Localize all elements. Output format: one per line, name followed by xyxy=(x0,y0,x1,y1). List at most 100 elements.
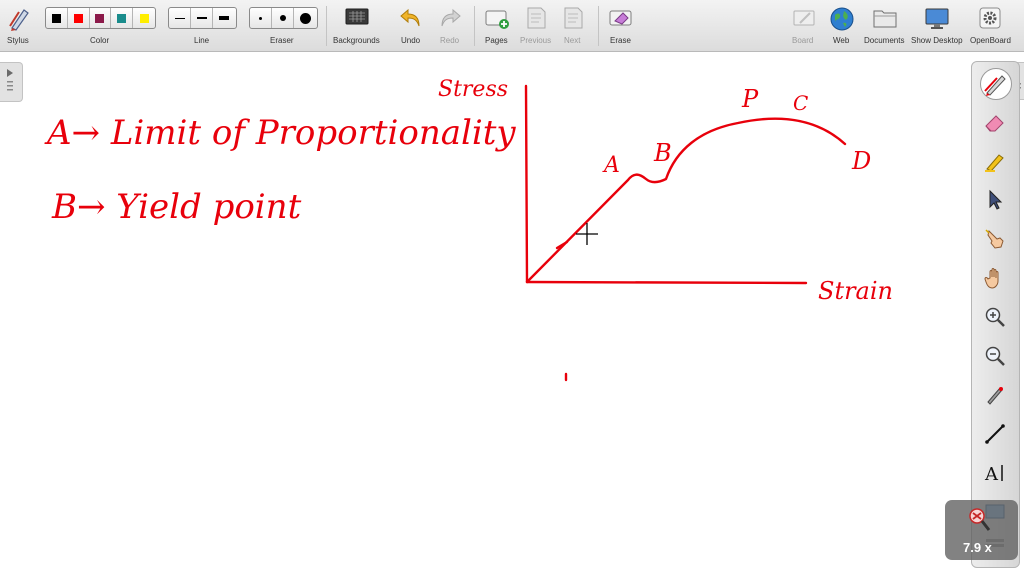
next-page-icon xyxy=(564,7,583,29)
zoom-in-icon xyxy=(985,307,1005,327)
redo-label: Redo xyxy=(440,36,460,45)
pen-icon xyxy=(984,75,1006,96)
backgrounds-label: Backgrounds xyxy=(333,36,380,45)
web-label: Web xyxy=(833,36,850,45)
previous-page-icon xyxy=(527,7,546,29)
line-label: Line xyxy=(194,36,210,45)
selector-tool-button[interactable] xyxy=(980,185,1010,215)
y-axis-stroke xyxy=(524,84,529,284)
erase-button[interactable]: Erase xyxy=(604,0,638,51)
board-label: Board xyxy=(792,36,814,45)
openboard-menu-button[interactable]: OpenBoard xyxy=(966,0,1014,51)
show-desktop-label: Show Desktop xyxy=(911,36,963,45)
x-axis-label: Strain xyxy=(818,277,893,305)
monitor-icon xyxy=(925,8,949,29)
toolbar-separator xyxy=(326,6,327,46)
zoom-magnifier-icon xyxy=(969,508,991,531)
toolbar-separator xyxy=(598,6,599,46)
undo-label: Undo xyxy=(401,36,421,45)
pen-tool-button[interactable] xyxy=(980,68,1012,100)
pointer-icon xyxy=(989,189,1003,210)
stress-strain-curve xyxy=(525,117,847,284)
hand-icon xyxy=(984,268,999,289)
redo-button[interactable]: Redo xyxy=(435,0,465,51)
stylus-icon xyxy=(9,9,29,31)
show-desktop-button[interactable]: Show Desktop xyxy=(910,0,964,51)
folder-icon xyxy=(873,10,897,28)
documents-button[interactable]: Documents xyxy=(862,0,908,51)
line-medium-button[interactable] xyxy=(191,8,213,28)
line-thick-button[interactable] xyxy=(213,8,235,28)
color-maroon-swatch[interactable] xyxy=(90,8,112,28)
pages-button[interactable]: Pages xyxy=(480,0,514,51)
next-page-button[interactable]: Next xyxy=(558,0,588,51)
globe-icon xyxy=(830,7,854,31)
undo-icon xyxy=(400,8,420,27)
eraser-label: Eraser xyxy=(270,36,294,45)
stylus-button[interactable]: Stylus xyxy=(2,0,36,51)
whiteboard-canvas[interactable]: A→ Limit of Proportionality B→ Yield poi… xyxy=(0,52,968,572)
color-yellow-swatch[interactable] xyxy=(133,8,155,28)
x-axis-stroke xyxy=(525,280,808,285)
pages-label: Pages xyxy=(485,36,508,45)
board-button[interactable]: Board xyxy=(788,0,820,51)
svg-text:A: A xyxy=(984,464,999,485)
pointing-hand-icon xyxy=(985,229,1004,249)
main-toolbar: Stylus Color Line Eraser Backgrounds Und… xyxy=(0,0,1024,52)
marker-icon xyxy=(985,154,1004,172)
erase-icon xyxy=(609,10,632,26)
next-label: Next xyxy=(564,36,581,45)
backgrounds-icon xyxy=(345,8,369,25)
line-icon xyxy=(985,424,1005,444)
note-limit-of-proportionality: A→ Limit of Proportionality xyxy=(44,113,516,153)
color-label: Color xyxy=(90,36,110,45)
previous-page-button[interactable]: Previous xyxy=(518,0,552,51)
crosshair-cursor-icon xyxy=(576,223,598,245)
line-thin-button[interactable] xyxy=(169,8,191,28)
text-icon: A xyxy=(984,464,1003,485)
laser-pointer-icon xyxy=(987,387,1003,405)
zoom-in-tool-button[interactable] xyxy=(980,302,1010,332)
color-black-swatch[interactable] xyxy=(46,8,68,28)
note-yield-point: B→ Yield point xyxy=(51,187,302,227)
eraser-tool-button[interactable] xyxy=(980,107,1010,137)
eraser-small-button[interactable] xyxy=(250,8,272,28)
openboard-label: OpenBoard xyxy=(970,36,1011,45)
zoom-level: 7.9 x xyxy=(963,540,992,555)
backgrounds-button[interactable]: Backgrounds xyxy=(332,0,382,51)
tool-palette: A xyxy=(971,61,1020,568)
text-tool-button[interactable]: A xyxy=(980,458,1010,488)
zoom-out-tool-button[interactable] xyxy=(980,341,1010,371)
documents-label: Documents xyxy=(864,36,905,45)
zoom-indicator: 7.9 x xyxy=(945,500,1018,560)
zoom-out-icon xyxy=(985,346,1005,366)
line-width-group xyxy=(168,7,237,29)
eraser-medium-button[interactable] xyxy=(272,8,294,28)
interact-tool-button[interactable] xyxy=(980,224,1010,254)
previous-label: Previous xyxy=(520,36,552,45)
web-button[interactable]: Web xyxy=(826,0,858,51)
line-tool-button[interactable] xyxy=(980,419,1010,449)
color-red-swatch[interactable] xyxy=(68,8,90,28)
laser-pointer-tool-button[interactable] xyxy=(980,380,1010,410)
gear-icon xyxy=(979,7,1001,29)
eraser-large-button[interactable] xyxy=(294,8,316,28)
point-d-label: D xyxy=(851,147,871,175)
point-b-label: B xyxy=(653,139,672,167)
hand-tool-button[interactable] xyxy=(980,263,1010,293)
color-group xyxy=(45,7,156,29)
point-p-label: P xyxy=(741,85,759,113)
toolbar-separator xyxy=(474,6,475,46)
color-teal-swatch[interactable] xyxy=(111,8,134,28)
undo-button[interactable]: Undo xyxy=(396,0,426,51)
eraser-icon xyxy=(985,115,1004,132)
add-page-icon xyxy=(485,10,509,29)
board-icon xyxy=(793,10,815,26)
ink-layer: A→ Limit of Proportionality B→ Yield poi… xyxy=(44,77,893,382)
point-c-label: C xyxy=(793,91,808,115)
eraser-size-group xyxy=(249,7,318,29)
redo-icon xyxy=(441,8,461,27)
y-axis-label: Stress xyxy=(438,77,508,102)
marker-tool-button[interactable] xyxy=(980,146,1010,176)
erase-label: Erase xyxy=(610,36,631,45)
